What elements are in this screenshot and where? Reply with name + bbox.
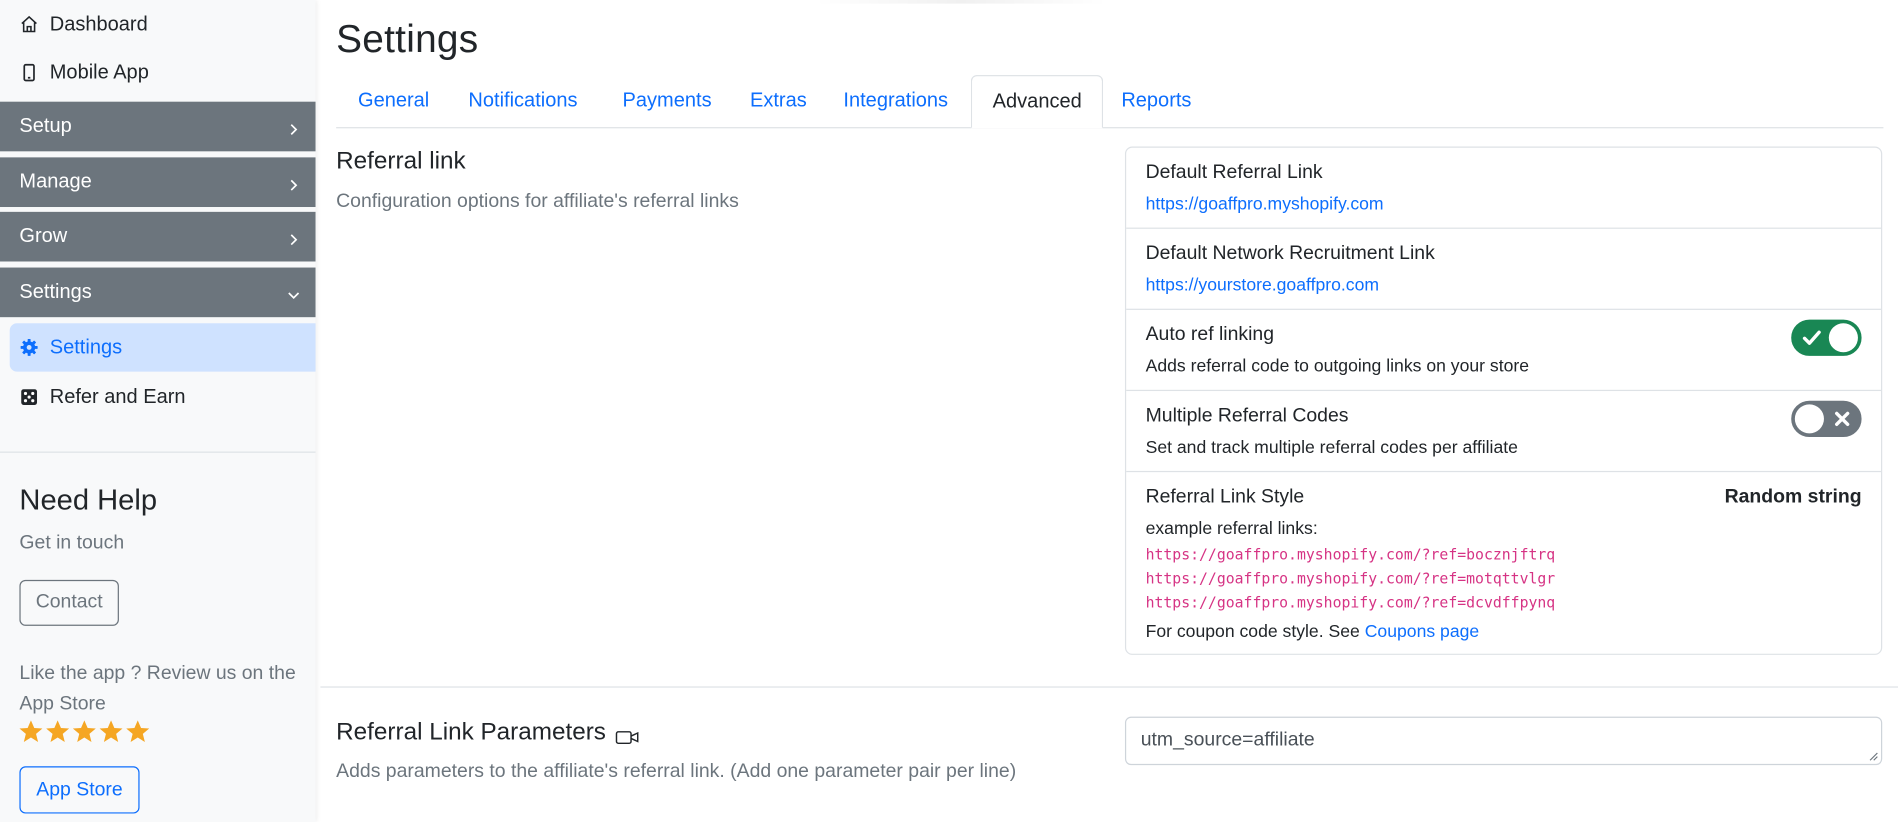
auto-ref-linking-description: Adds referral code to outgoing links on …	[1145, 357, 1530, 377]
gear-icon	[19, 338, 38, 357]
video-camera-icon[interactable]	[616, 725, 640, 744]
sidebar-section-setup[interactable]: Setup	[0, 101, 316, 152]
chevron-right-icon	[286, 119, 301, 135]
multiple-referral-codes-description: Set and track multiple referral codes pe…	[1145, 438, 1518, 458]
toggle-knob	[1794, 404, 1824, 434]
top-shadow	[815, 0, 1107, 4]
settings-tabs: General Notifications Payments Extras In…	[336, 75, 1884, 129]
sidebar-divider	[0, 451, 316, 453]
toggle-knob	[1828, 323, 1858, 353]
tab-reports[interactable]: Reports	[1099, 75, 1213, 126]
home-icon	[19, 15, 38, 34]
multiple-referral-codes-title: Multiple Referral Codes	[1145, 405, 1349, 427]
dice-icon	[19, 387, 38, 406]
referral-link-style-title: Referral Link Style	[1145, 486, 1305, 508]
referral-link-parameters-description: Adds parameters to the affiliate's refer…	[336, 761, 1017, 783]
star-icon	[99, 720, 123, 742]
mobile-phone-icon	[19, 63, 38, 82]
referral-settings-list: Default Referral Link https://goaffpro.m…	[1124, 146, 1883, 655]
sidebar-section-settings[interactable]: Settings	[0, 267, 316, 318]
sidebar-item-settings[interactable]: Settings	[9, 323, 316, 372]
example-referral-link: https://goaffpro.myshopify.com/?ref=dcvd…	[1145, 594, 1556, 612]
contact-button[interactable]: Contact	[19, 579, 119, 626]
default-referral-link-title: Default Referral Link	[1145, 162, 1323, 183]
sidebar-item-mobile-app[interactable]: Mobile App	[0, 48, 316, 96]
sidebar-section-label: Setup	[19, 115, 72, 137]
tab-extras[interactable]: Extras	[728, 75, 828, 126]
star-icon	[72, 720, 96, 742]
sidebar-section-grow[interactable]: Grow	[0, 211, 316, 262]
referral-link-style-value[interactable]: Random string	[1725, 487, 1862, 509]
section-divider	[320, 686, 1898, 688]
sidebar-section-label: Manage	[19, 170, 92, 193]
sidebar-item-dashboard[interactable]: Dashboard	[0, 0, 316, 48]
sidebar-item-label: Mobile App	[49, 61, 149, 83]
need-help-subtitle: Get in touch	[19, 532, 125, 554]
chevron-right-icon	[286, 175, 301, 191]
tab-general[interactable]: General	[336, 75, 451, 126]
rating-stars	[18, 719, 150, 744]
chevron-down-icon	[286, 285, 301, 300]
referral-link-parameters-heading: Referral Link Parameters	[336, 719, 640, 747]
referral-link-description: Configuration options for affiliate's re…	[336, 191, 739, 212]
default-referral-link-item[interactable]: Default Referral Link https://goaffpro.m…	[1126, 148, 1882, 229]
example-referral-link: https://goaffpro.myshopify.com/?ref=motq…	[1145, 570, 1556, 588]
sidebar-section-label: Grow	[19, 225, 68, 247]
tab-notifications[interactable]: Notifications	[447, 75, 600, 126]
resize-grip-icon[interactable]	[1869, 752, 1879, 762]
example-referral-link: https://goaffpro.myshopify.com/?ref=bocz…	[1145, 545, 1556, 563]
auto-ref-linking-title: Auto ref linking	[1145, 324, 1275, 346]
page-title: Settings	[336, 16, 479, 61]
auto-ref-linking-toggle[interactable]	[1791, 319, 1862, 356]
close-icon	[1835, 411, 1850, 427]
network-recruitment-link-value[interactable]: https://yourstore.goaffpro.com	[1146, 276, 1379, 295]
default-referral-link-value[interactable]: https://goaffpro.myshopify.com	[1146, 195, 1384, 214]
sidebar: Dashboard Mobile App Setup Manage Grow S…	[0, 0, 316, 822]
referral-link-parameters-value: utm_source=affiliate	[1140, 729, 1315, 751]
referral-link-style-item[interactable]: Referral Link Style Random string exampl…	[1126, 472, 1881, 654]
referral-link-title: Referral link	[336, 147, 466, 175]
example-links-label: example referral links:	[1145, 519, 1318, 539]
app-store-button[interactable]: App Store	[19, 766, 140, 814]
sidebar-section-manage[interactable]: Manage	[0, 157, 316, 208]
review-prompt: Like the app ? Review us on the App Stor…	[19, 663, 296, 715]
coupons-page-link[interactable]: Coupons page	[1365, 622, 1479, 641]
multiple-referral-codes-toggle[interactable]	[1791, 400, 1862, 438]
referral-link-parameters-textarea[interactable]: utm_source=affiliate	[1124, 716, 1883, 766]
check-icon	[1802, 330, 1821, 345]
sidebar-section-label: Settings	[19, 280, 92, 303]
app-root: Dashboard Mobile App Setup Manage Grow S…	[0, 0, 1898, 822]
network-recruitment-link-title: Default Network Recruitment Link	[1145, 243, 1435, 264]
tab-advanced[interactable]: Advanced	[970, 75, 1104, 129]
star-icon	[19, 720, 43, 742]
tab-integrations[interactable]: Integrations	[822, 75, 970, 126]
coupon-style-note: For coupon code style. See Coupons page	[1146, 622, 1480, 641]
sidebar-item-label: Refer and Earn	[49, 385, 186, 408]
star-icon	[126, 720, 150, 742]
sidebar-item-label: Dashboard	[49, 12, 148, 35]
need-help-title: Need Help	[19, 484, 158, 517]
network-recruitment-link-item[interactable]: Default Network Recruitment Link https:/…	[1126, 229, 1882, 310]
sidebar-item-label: Settings	[49, 335, 123, 358]
referral-link-parameters-title: Referral Link Parameters	[336, 719, 606, 746]
tab-payments[interactable]: Payments	[601, 75, 734, 126]
multiple-referral-codes-item: Multiple Referral Codes Set and track mu…	[1126, 391, 1882, 473]
chevron-right-icon	[286, 229, 301, 245]
star-icon	[46, 720, 70, 742]
coupon-style-note-text: For coupon code style. See	[1145, 622, 1360, 642]
auto-ref-linking-item: Auto ref linking Adds referral code to o…	[1126, 310, 1882, 392]
sidebar-item-refer-and-earn[interactable]: Refer and Earn	[0, 373, 316, 421]
